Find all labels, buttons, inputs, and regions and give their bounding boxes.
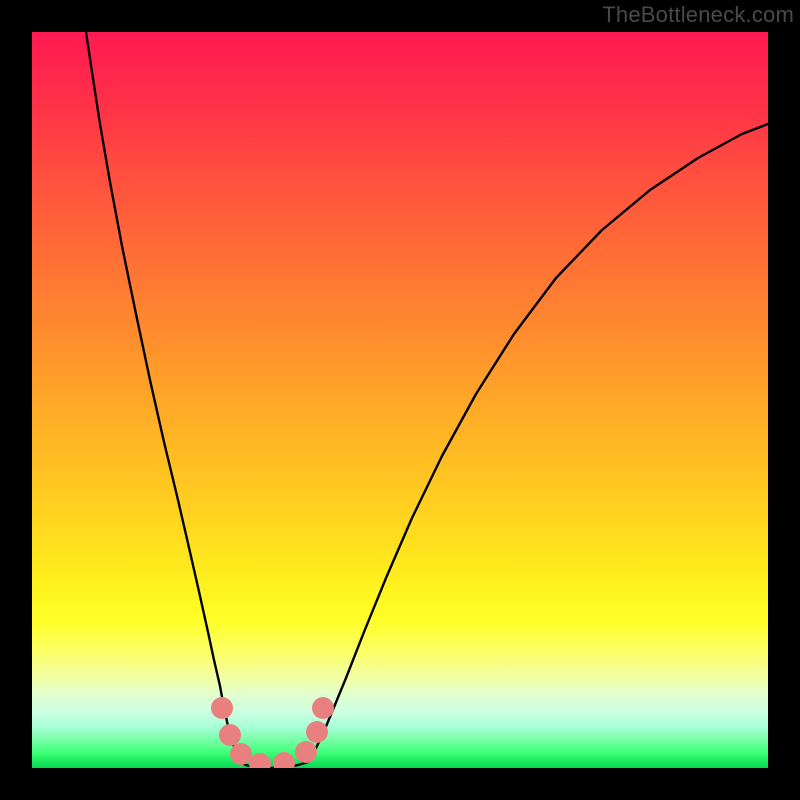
marker-dot: [273, 752, 295, 768]
chart-svg: [32, 32, 768, 768]
marker-group: [211, 697, 334, 768]
marker-dot: [312, 697, 334, 719]
marker-dot: [249, 753, 271, 768]
marker-dot: [211, 697, 233, 719]
marker-dot: [306, 721, 328, 743]
chart-frame: TheBottleneck.com: [0, 0, 800, 800]
bottleneck-curve: [86, 32, 768, 768]
plot-area: [32, 32, 768, 768]
marker-dot: [219, 724, 241, 746]
marker-dot: [230, 743, 252, 765]
marker-dot: [295, 741, 317, 763]
watermark-text: TheBottleneck.com: [602, 2, 794, 28]
